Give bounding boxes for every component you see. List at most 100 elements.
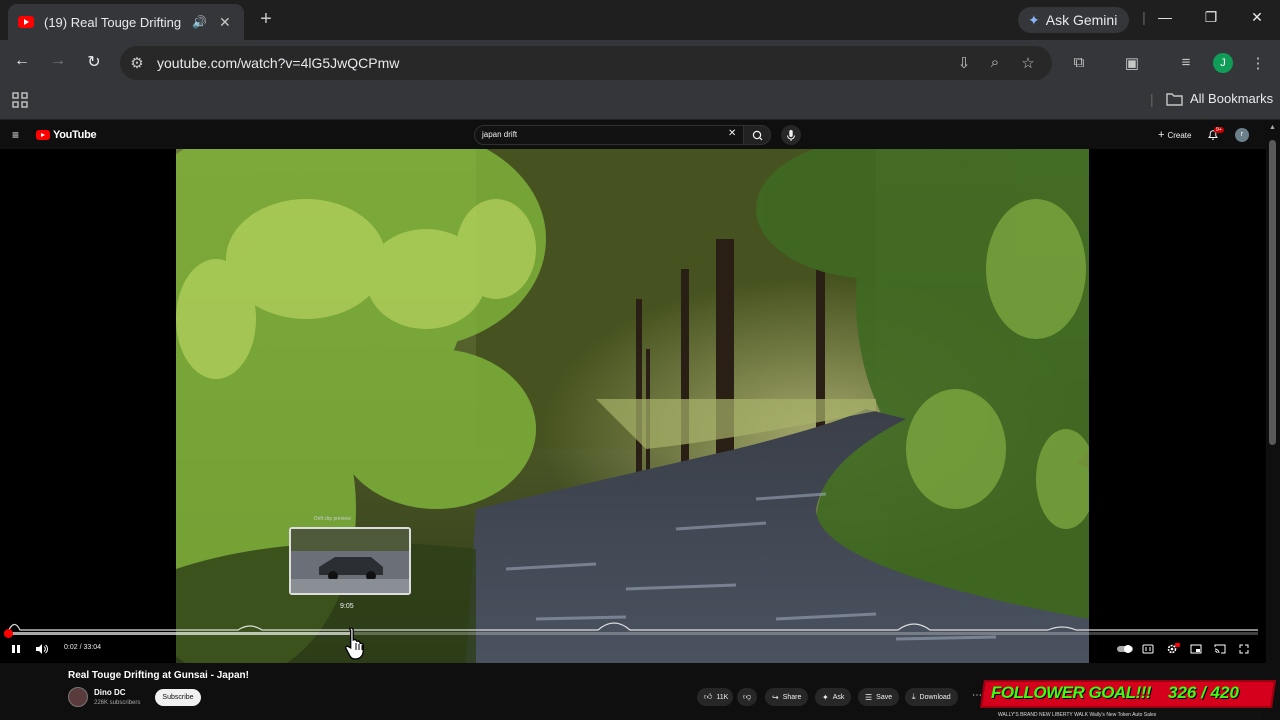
preview-timestamp: 9:05 — [340, 603, 354, 610]
restore-button[interactable]: ❐ — [1199, 9, 1223, 26]
progress-hover-fill — [8, 632, 352, 635]
bookmarks-divider: | — [1150, 91, 1154, 107]
install-app-icon[interactable]: ⇩ — [954, 54, 974, 72]
captions-icon — [1142, 644, 1154, 654]
forward-button[interactable]: → — [46, 52, 70, 70]
miniplayer-icon — [1190, 644, 1202, 654]
progress-bar[interactable] — [8, 632, 1258, 635]
scroll-up-arrow-icon[interactable]: ▲ — [1269, 124, 1276, 131]
clear-search-icon[interactable]: ✕ — [728, 128, 736, 139]
new-tab-button[interactable]: + — [254, 8, 278, 31]
youtube-logo-text: YouTube — [53, 129, 97, 141]
thumbs-up-icon: 👍︎ — [704, 692, 713, 701]
pause-button[interactable] — [10, 642, 22, 660]
site-info-icon[interactable]: ⚙ — [127, 54, 147, 72]
follower-goal-label: FOLLOWER GOAL!!! — [991, 683, 1152, 702]
ask-label: Ask — [832, 693, 845, 701]
dislike-button[interactable]: 👎︎ — [737, 688, 758, 706]
search-input-value[interactable]: japan drift — [482, 130, 517, 139]
download-label: Download — [919, 693, 951, 701]
extensions-icon[interactable]: ⧉ — [1069, 54, 1089, 71]
gemini-sparkle-icon: ✦ — [1028, 11, 1040, 28]
search-icon — [752, 130, 763, 141]
media-controls-icon[interactable]: ≡ — [1176, 54, 1196, 71]
scrubber-handle[interactable] — [4, 629, 13, 638]
save-button[interactable]: ☰ Save — [858, 688, 900, 706]
address-url[interactable]: youtube.com/watch?v=4lG5JwQCPmw — [157, 55, 399, 71]
scrollbar-thumb[interactable] — [1269, 140, 1276, 445]
apps-grid-icon[interactable] — [12, 92, 28, 108]
subscribe-button[interactable]: Subscribe — [155, 689, 201, 706]
browser-tab[interactable]: (19) Real Touge Drifting at Gunsai - Jap… — [8, 4, 244, 40]
hand-cursor-icon — [344, 626, 368, 665]
like-count: 11K — [716, 693, 729, 701]
download-icon: ⤓ — [912, 692, 916, 701]
most-replayed-heatmap — [8, 622, 1258, 633]
tab-close-icon[interactable]: ✕ — [219, 14, 231, 31]
create-label: Create — [1167, 130, 1192, 140]
cast-icon — [1214, 644, 1226, 654]
gear-icon — [1167, 643, 1180, 654]
tab-title: (19) Real Touge Drifting at Gunsai - Jap… — [44, 14, 184, 30]
youtube-favicon-icon — [18, 16, 34, 28]
pause-icon — [12, 645, 20, 653]
all-bookmarks-button[interactable]: All Bookmarks — [1166, 91, 1273, 106]
fullscreen-icon — [1239, 644, 1249, 654]
tab-audio-icon[interactable]: 🔊 — [192, 15, 207, 29]
all-bookmarks-label: All Bookmarks — [1190, 91, 1274, 106]
tab-search-icon[interactable]: ▣ — [1122, 54, 1142, 72]
create-button[interactable]: + Create — [1152, 125, 1197, 145]
voice-search-button[interactable] — [781, 125, 801, 145]
volume-icon — [36, 644, 48, 654]
ask-gemini-button[interactable]: ✦ Ask Gemini — [1018, 7, 1130, 33]
volume-button[interactable] — [35, 642, 49, 660]
youtube-account-avatar[interactable]: r — [1235, 128, 1249, 142]
video-title: Real Touge Drifting at Gunsai - Japan! — [68, 670, 249, 681]
miniplayer-button[interactable] — [1190, 642, 1202, 660]
thumbs-down-icon: 👎︎ — [743, 692, 752, 701]
folder-icon — [1166, 92, 1183, 106]
settings-button[interactable] — [1166, 642, 1180, 660]
preview-caption: Drift clip preview — [314, 516, 351, 522]
save-playlist-icon: ☰ — [865, 692, 873, 702]
channel-avatar[interactable] — [68, 687, 88, 707]
time-display: 0:02 / 33:04 — [64, 644, 101, 651]
share-button[interactable]: ↪ Share — [765, 688, 809, 706]
download-button[interactable]: ⤓ Download — [905, 688, 958, 706]
browser-menu-icon[interactable]: ⋮ — [1248, 54, 1268, 72]
video-player[interactable] — [0, 149, 1266, 663]
reload-button[interactable]: ↻ — [82, 52, 106, 72]
follower-goal-count: 326 / 420 — [1168, 683, 1239, 702]
search-button[interactable] — [743, 125, 771, 145]
back-button[interactable]: ← — [10, 52, 34, 70]
share-label: Share — [782, 693, 802, 701]
ask-gemini-label: Ask Gemini — [1045, 12, 1118, 28]
bookmarks-bar — [0, 86, 1280, 120]
subscriber-count: 226K subscribers — [94, 700, 141, 706]
microphone-icon — [787, 130, 795, 141]
captions-button[interactable] — [1142, 642, 1154, 660]
profile-avatar[interactable]: J — [1213, 53, 1233, 73]
channel-name[interactable]: Dino DC — [94, 688, 126, 697]
autoplay-toggle-icon — [1117, 645, 1133, 653]
plus-icon: + — [1158, 129, 1165, 141]
youtube-logo[interactable]: YouTube — [36, 129, 97, 141]
zoom-icon[interactable]: ⌕ — [985, 54, 1005, 71]
notification-count-badge: 9+ — [1214, 127, 1224, 133]
preview-car-image — [291, 529, 409, 593]
bookmark-star-icon[interactable]: ☆ — [1018, 54, 1038, 72]
hamburger-menu-icon[interactable]: ≡ — [12, 128, 19, 142]
autoplay-toggle[interactable] — [1116, 642, 1134, 660]
save-label: Save — [876, 693, 893, 701]
like-button[interactable]: 👍︎ 11K — [697, 688, 734, 706]
youtube-play-icon — [36, 130, 50, 140]
ask-button[interactable]: ✦ Ask — [815, 688, 852, 706]
cast-button[interactable] — [1214, 642, 1226, 660]
share-arrow-icon: ↪ — [772, 692, 779, 702]
news-ticker: WALLY'S BRAND NEW LIBERTY WALK Wally's N… — [996, 712, 1262, 720]
minimize-button[interactable]: — — [1153, 9, 1177, 25]
close-window-button[interactable]: ✕ — [1245, 9, 1269, 26]
sparkle-icon: ✦ — [822, 692, 829, 702]
fullscreen-button[interactable] — [1238, 642, 1250, 660]
scrub-preview-thumbnail — [289, 527, 411, 595]
